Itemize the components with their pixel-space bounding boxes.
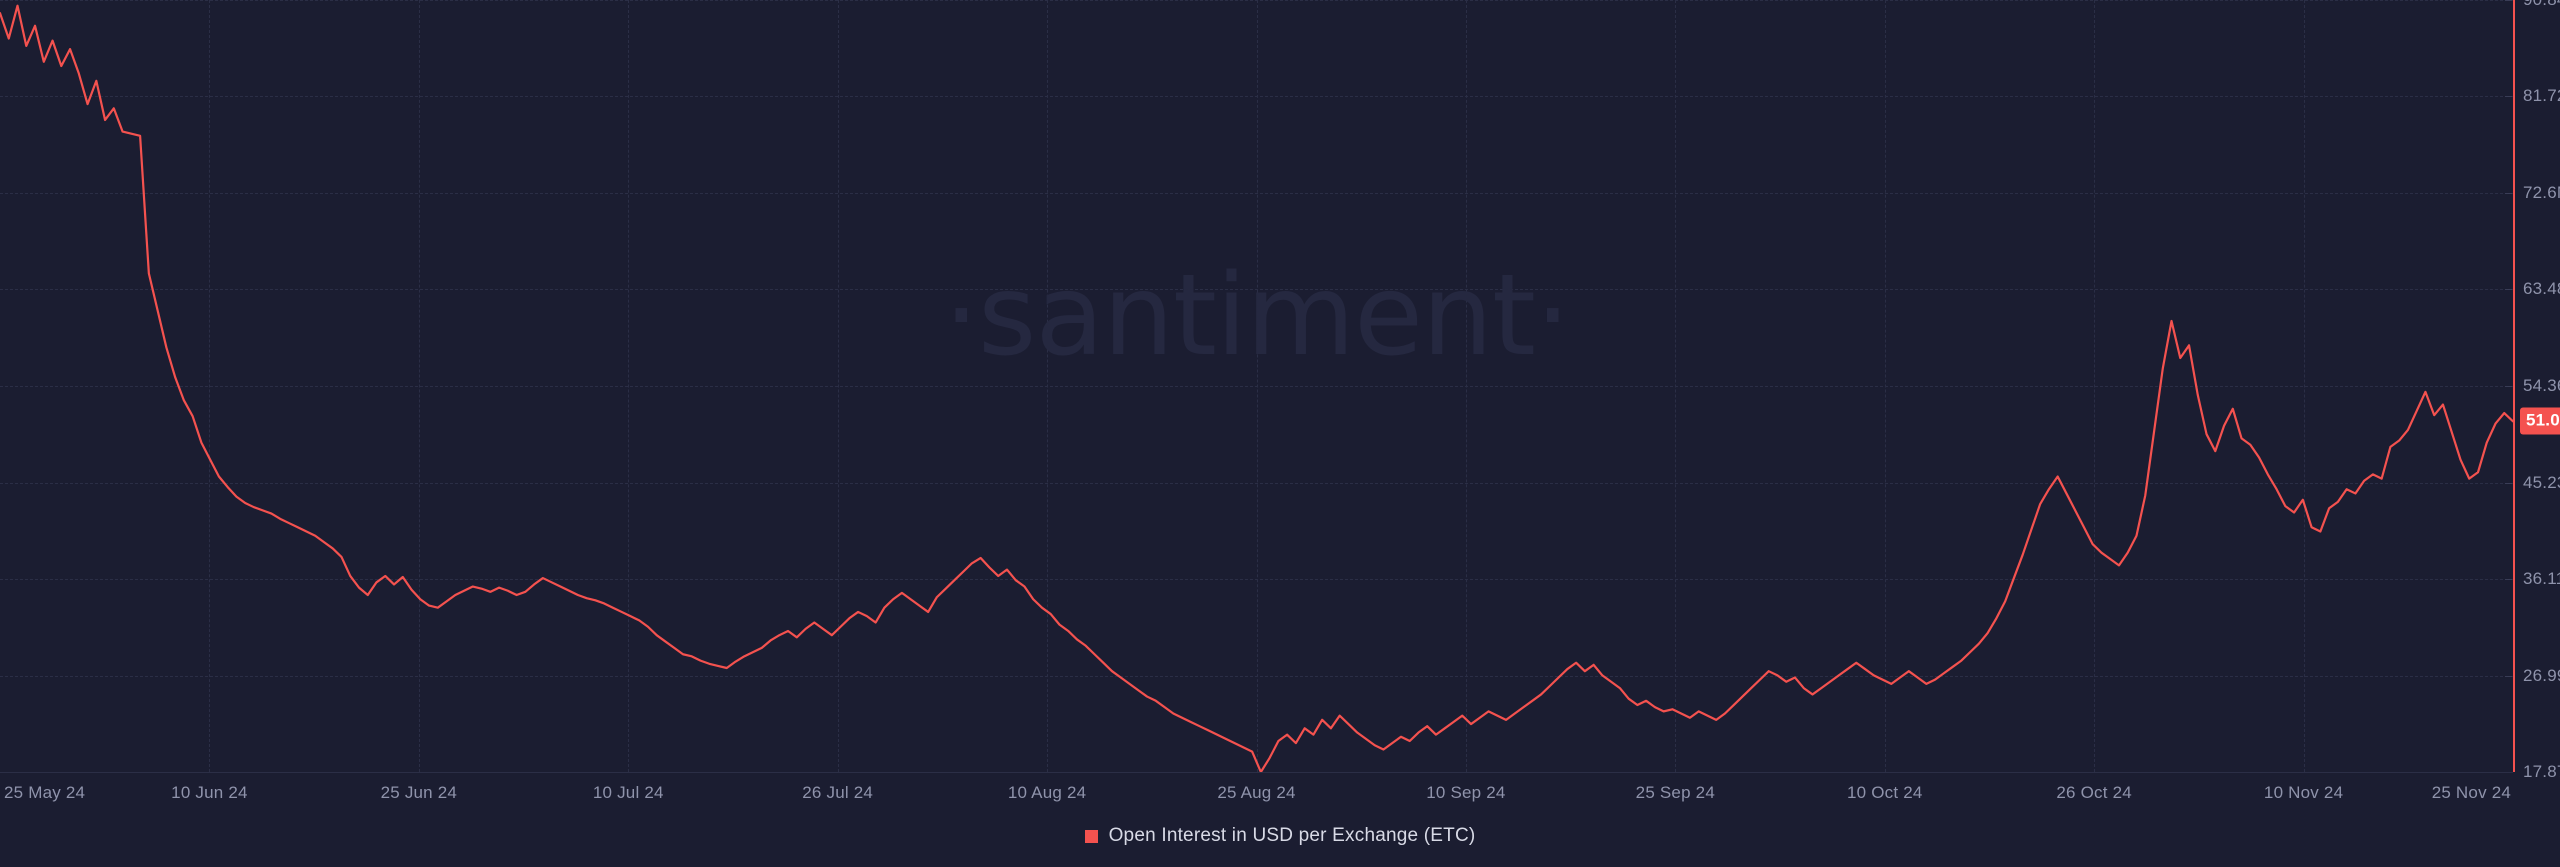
plot-area: ·santiment· — [0, 0, 2513, 772]
y-tick-mark — [2505, 579, 2512, 581]
x-axis-label: 10 Sep 24 — [1426, 783, 1506, 802]
x-axis-label: 10 Aug 24 — [1007, 783, 1087, 802]
x-axis-label: 25 Jun 24 — [380, 783, 458, 802]
chart-root: ·santiment· 51.01M 90.84M 81.72M 72.6M 63.4… — [0, 0, 2560, 867]
y-axis-label: 81.72M — [2523, 86, 2560, 106]
y-axis-label: 26.99M — [2523, 665, 2560, 685]
y-axis-label: 90.84M — [2523, 0, 2560, 10]
current-value-badge[interactable]: 51.01M — [2520, 407, 2560, 435]
series-line-open-interest — [0, 6, 2513, 772]
y-axis-label: 45.23M — [2523, 472, 2560, 492]
series-svg — [0, 0, 2513, 772]
x-axis-label: 10 Jun 24 — [171, 783, 248, 802]
chart-legend: Open Interest in USD per Exchange (ETC) — [0, 825, 2560, 847]
y-axis-line — [2513, 0, 2515, 772]
x-axis-label: 25 Aug 24 — [1217, 783, 1296, 802]
x-axis-label: 25 Sep 24 — [1635, 783, 1715, 802]
y-tick-mark — [2505, 192, 2512, 194]
y-axis-label: 54.36M — [2523, 375, 2560, 395]
x-axis-label: 10 Oct 24 — [1846, 783, 1923, 802]
y-tick-mark — [2505, 482, 2512, 484]
legend-label[interactable]: Open Interest in USD per Exchange (ETC) — [1109, 825, 1476, 847]
x-axis-label: 26 Jul 24 — [802, 783, 874, 802]
y-axis: 51.01M 90.84M 81.72M 72.6M 63.48M 54.36M 45.2… — [2505, 0, 2560, 781]
y-axis-label: 72.6M — [2523, 182, 2560, 202]
y-tick-mark — [2505, 675, 2512, 677]
x-axis: 25 May 24 10 Jun 24 25 Jun 24 10 Jul 24 26 J… — [0, 772, 2513, 813]
y-axis-label: 63.48M — [2523, 279, 2560, 299]
y-axis-label: 17.87M — [2523, 762, 2560, 781]
x-axis-label: 10 Jul 24 — [592, 783, 664, 802]
x-axis-label: 10 Nov 24 — [2263, 783, 2344, 802]
x-axis-label: 25 Nov 24 — [2431, 783, 2511, 802]
y-tick-mark — [2505, 0, 2512, 1]
x-axis-label: 25 May 24 — [4, 783, 86, 802]
y-axis-label: 36.11M — [2523, 569, 2560, 589]
y-tick-mark — [2505, 385, 2512, 387]
y-tick-mark — [2505, 289, 2512, 291]
y-tick-mark — [2505, 96, 2512, 98]
legend-swatch-icon — [1084, 829, 1098, 843]
x-axis-label: 26 Oct 24 — [2056, 783, 2132, 802]
